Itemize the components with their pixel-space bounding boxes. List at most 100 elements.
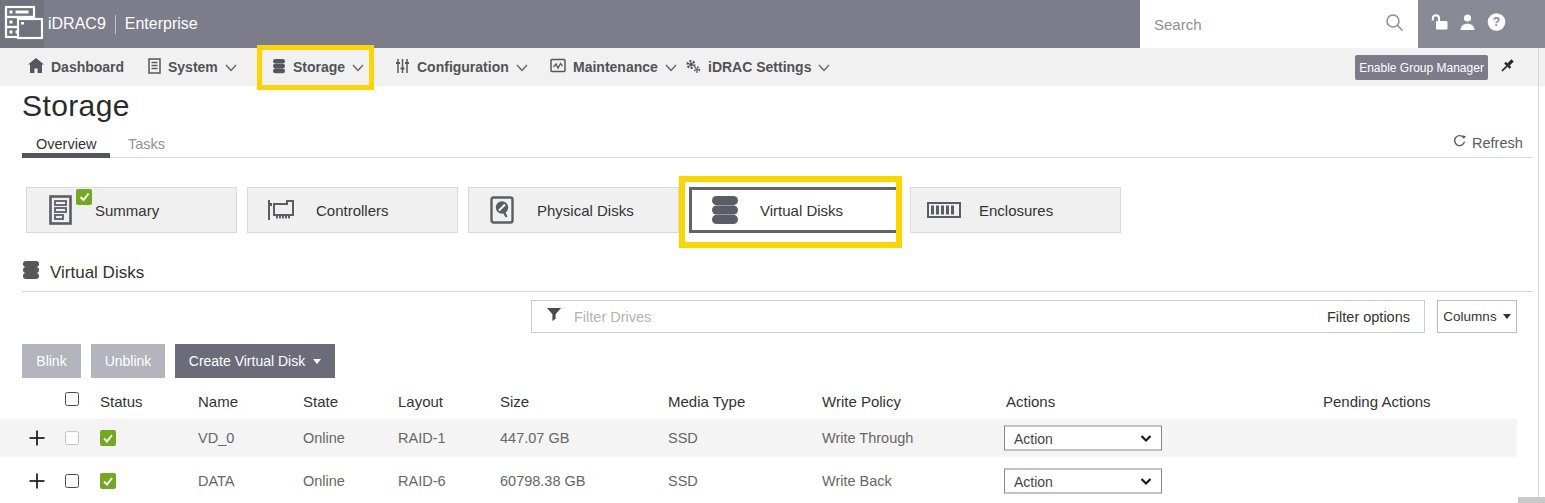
- action-select-value: Action: [1014, 430, 1053, 446]
- active-tab-underline: [22, 153, 110, 158]
- top-bar: iDRAC9 Enterprise ?: [0, 0, 1545, 48]
- col-header-pending-actions: Pending Actions: [1323, 393, 1431, 410]
- section-title: Virtual Disks: [50, 263, 144, 283]
- table-row: DATA Online RAID-6 60798.38 GB SSD Write…: [0, 462, 1517, 500]
- physical-disks-icon: [485, 196, 519, 224]
- maintenance-icon: [550, 58, 566, 76]
- chevron-down-icon: [665, 59, 677, 75]
- nav-label: Dashboard: [51, 59, 124, 75]
- blink-button[interactable]: Blink: [22, 344, 81, 378]
- scrollbar-track[interactable]: [1538, 48, 1539, 503]
- select-all-checkbox[interactable]: [65, 392, 79, 406]
- expand-row-button[interactable]: [29, 473, 45, 489]
- card-physical-disks[interactable]: Physical Disks: [468, 187, 679, 233]
- virtual-disks-icon: [22, 260, 40, 285]
- card-label: Virtual Disks: [760, 202, 843, 219]
- nav-idrac-settings[interactable]: iDRAC Settings: [685, 48, 830, 86]
- columns-button[interactable]: Columns: [1437, 300, 1517, 333]
- user-icon[interactable]: [1459, 13, 1476, 35]
- status-ok-icon: [100, 430, 116, 446]
- chevron-down-icon: [225, 59, 237, 75]
- col-header-write-policy: Write Policy: [822, 393, 901, 410]
- brand-divider: [115, 15, 116, 34]
- col-header-state: State: [303, 393, 338, 410]
- search-input[interactable]: [1154, 16, 1385, 33]
- main-nav: Dashboard System Storage Configuration M…: [0, 48, 1545, 86]
- cell-name: VD_0: [198, 430, 234, 446]
- nav-label: Storage: [293, 59, 345, 75]
- col-header-actions: Actions: [1006, 393, 1055, 410]
- idrac-logo-icon[interactable]: [4, 5, 44, 47]
- row-checkbox[interactable]: [65, 474, 79, 488]
- col-header-status: Status: [100, 393, 143, 410]
- action-select[interactable]: Action: [1004, 426, 1162, 451]
- chevron-down-icon: [516, 59, 528, 75]
- summary-icon: [43, 195, 77, 225]
- action-select[interactable]: Action: [1004, 469, 1162, 494]
- topbar-icon-panel: ?: [1418, 0, 1545, 48]
- controllers-icon: [264, 196, 298, 224]
- row-checkbox[interactable]: [65, 431, 79, 445]
- nav-label: Maintenance: [573, 59, 658, 75]
- unblink-button[interactable]: Unblink: [91, 344, 165, 378]
- card-enclosures[interactable]: Enclosures: [910, 187, 1121, 233]
- action-select-value: Action: [1014, 473, 1053, 489]
- cell-state: Online: [303, 430, 345, 446]
- cell-name: DATA: [198, 473, 235, 489]
- refresh-icon: [1452, 134, 1467, 152]
- lock-icon[interactable]: [1430, 13, 1449, 35]
- caret-down-icon: [313, 359, 321, 364]
- cell-media-type: SSD: [668, 473, 698, 489]
- create-virtual-disk-button[interactable]: Create Virtual Disk: [175, 344, 335, 378]
- status-ok-icon: [100, 473, 116, 489]
- card-label: Physical Disks: [537, 202, 634, 219]
- card-virtual-disks[interactable]: Virtual Disks: [689, 187, 900, 233]
- page-title: Storage: [22, 89, 130, 123]
- cell-media-type: SSD: [668, 430, 698, 446]
- storage-icon: [272, 58, 286, 77]
- search-icon[interactable]: [1385, 13, 1404, 36]
- tab-tasks[interactable]: Tasks: [128, 136, 165, 152]
- card-controllers[interactable]: Controllers: [247, 187, 458, 233]
- section-divider: [22, 291, 1533, 292]
- card-summary[interactable]: Summary: [26, 187, 237, 233]
- chevron-down-icon: [818, 59, 830, 75]
- brand-edition: Enterprise: [125, 15, 198, 33]
- refresh-label: Refresh: [1472, 135, 1523, 151]
- enable-group-manager-button[interactable]: Enable Group Manager: [1355, 55, 1488, 80]
- cell-write-policy: Write Back: [822, 473, 892, 489]
- card-label: Controllers: [316, 202, 389, 219]
- filter-bar[interactable]: Filter options: [531, 300, 1425, 333]
- card-label: Enclosures: [979, 202, 1053, 219]
- columns-label: Columns: [1443, 309, 1496, 324]
- scrollbar-thumb[interactable]: [1518, 497, 1545, 503]
- card-label: Summary: [95, 202, 159, 219]
- pin-icon[interactable]: [1498, 57, 1518, 81]
- nav-system[interactable]: System: [148, 48, 237, 86]
- tab-overview[interactable]: Overview: [36, 136, 96, 152]
- filter-drives-input[interactable]: [574, 309, 1315, 325]
- system-icon: [148, 58, 161, 77]
- search-box[interactable]: [1140, 0, 1418, 48]
- nav-maintenance[interactable]: Maintenance: [550, 48, 677, 86]
- enclosures-icon: [927, 202, 961, 218]
- funnel-icon: [546, 307, 562, 326]
- virtual-disks-icon: [708, 195, 742, 225]
- col-header-layout: Layout: [398, 393, 443, 410]
- help-icon[interactable]: ?: [1487, 13, 1506, 36]
- brand-name: iDRAC9: [48, 15, 106, 33]
- expand-row-button[interactable]: [29, 430, 45, 446]
- section-heading: Virtual Disks: [22, 260, 144, 285]
- nav-storage[interactable]: Storage: [272, 48, 364, 86]
- cell-size: 447.07 GB: [500, 430, 569, 446]
- caret-down-icon: [1503, 314, 1511, 319]
- nav-dashboard[interactable]: Dashboard: [28, 48, 124, 86]
- cell-size: 60798.38 GB: [500, 473, 585, 489]
- col-header-name: Name: [198, 393, 238, 410]
- filter-options-link[interactable]: Filter options: [1327, 309, 1410, 325]
- cell-layout: RAID-6: [398, 473, 446, 489]
- refresh-button[interactable]: Refresh: [1452, 134, 1523, 152]
- nav-configuration[interactable]: Configuration: [395, 48, 528, 86]
- chevron-down-icon: [352, 59, 364, 75]
- nav-label: Configuration: [417, 59, 509, 75]
